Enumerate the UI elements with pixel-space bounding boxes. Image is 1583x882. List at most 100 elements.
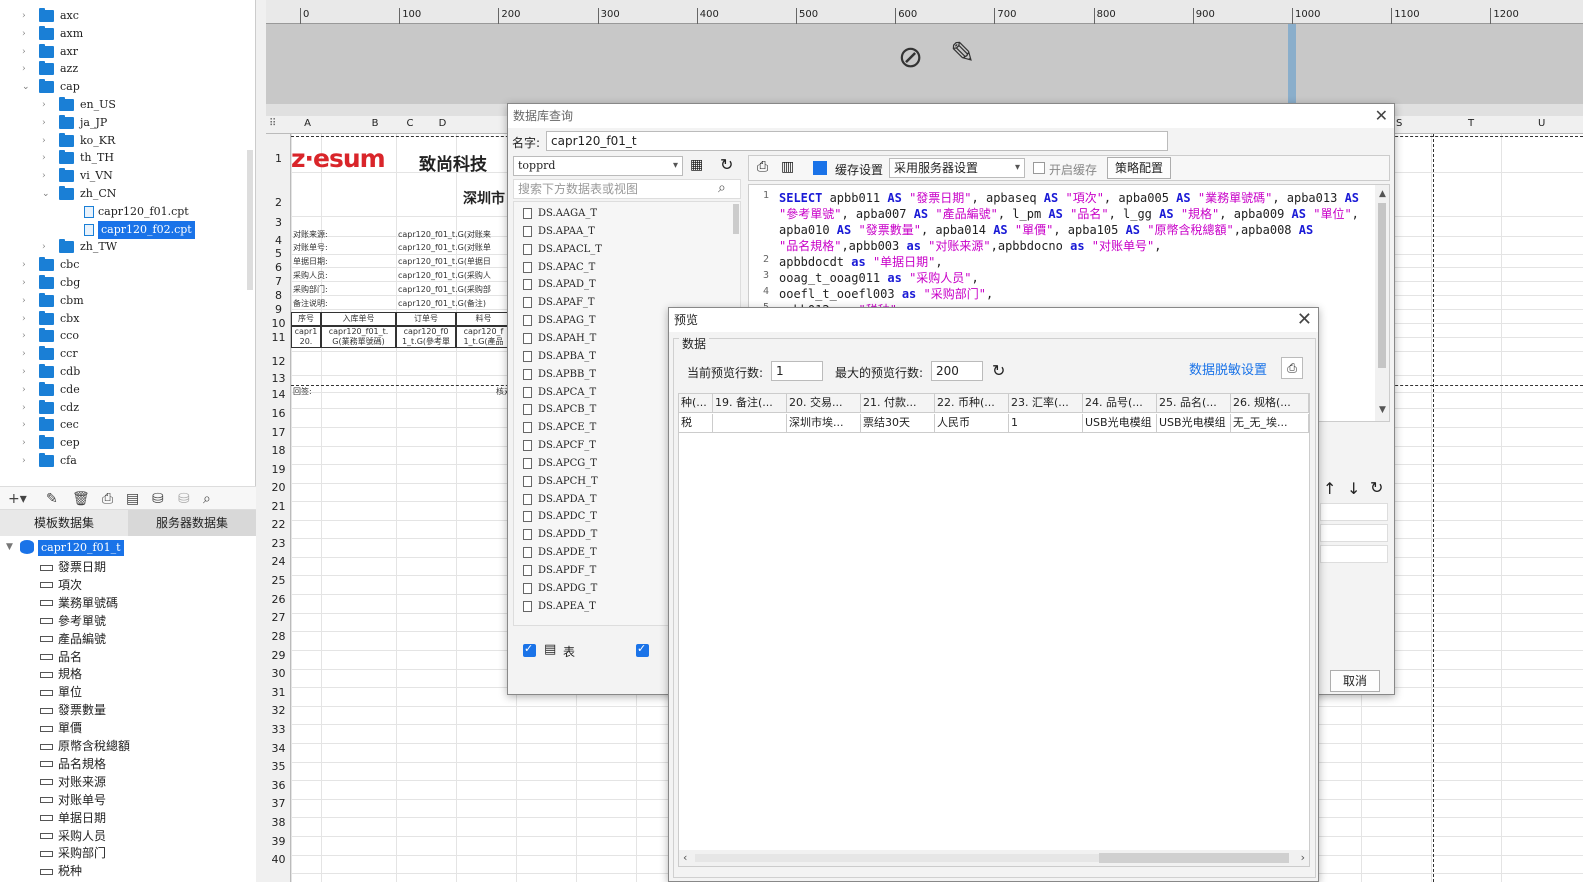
table-list-item[interactable]: DS.APDF_T [523,562,596,580]
chevron-right-icon[interactable]: › [22,381,32,399]
row-number[interactable]: 13 [266,372,291,385]
table-list-item[interactable]: DS.APAC_T [523,259,595,277]
row-number[interactable]: 9 [266,303,291,316]
sql-scrollbar[interactable]: ▲ ▼ [1375,185,1389,421]
row-number[interactable]: 40 [266,853,291,866]
tree-item[interactable]: › cde [0,381,255,399]
row-number[interactable]: 3 [266,216,291,229]
tree-item[interactable]: › cbm [0,292,255,310]
table-header-cell[interactable]: 19. 备注(... [713,394,787,412]
table-list-item[interactable]: DS.APEA_T [523,598,596,616]
row-number[interactable]: 14 [266,388,291,401]
delete-icon[interactable]: 🗑 [72,491,90,507]
column-header-cell[interactable]: S [1396,118,1402,129]
tree-item[interactable]: › cdb [0,363,255,381]
column-header-cell[interactable]: U [1538,118,1545,129]
cur-rows-input[interactable]: 1 [771,361,823,381]
table-list-item[interactable]: DS.AAGA_T [523,205,597,223]
row-number[interactable]: 6 [266,261,291,274]
column-header-cell[interactable]: D [415,118,470,129]
tree-item[interactable]: › zh_TW [0,238,255,256]
dataset-field[interactable]: 產品編號 [40,630,106,648]
dataset-field[interactable]: 原幣含稅總額 [40,737,130,755]
table-list-item[interactable]: DS.APDE_T [523,544,597,562]
dataset-field[interactable]: 对账来源 [40,773,106,791]
chevron-right-icon[interactable]: › [42,132,52,150]
tab-template-dataset[interactable]: 模板数据集 [0,510,128,536]
collapse-arrow-icon[interactable]: ▼ [6,542,13,552]
row-number[interactable]: 12 [266,355,291,368]
tree-item[interactable]: › cbc [0,256,255,274]
preview-icon[interactable]: ⎙ [102,491,113,507]
row-number[interactable]: 36 [266,779,291,792]
table-icon[interactable]: ▤ [126,491,139,507]
table-header-cell[interactable]: 25. 品名(... [1157,394,1231,412]
tree-item[interactable]: capr120_f01.cpt [0,203,255,221]
row-number[interactable]: 19 [266,463,291,476]
column-header-cell[interactable]: A [295,118,320,129]
tree-item[interactable]: › cec [0,416,255,434]
row-number[interactable]: 29 [266,649,291,662]
name-input[interactable]: capr120_f01_t [546,131,1168,151]
dataset-name[interactable]: capr120_f01_t [38,540,124,556]
row-number[interactable]: 1 [266,152,291,165]
row-number[interactable]: 5 [266,247,291,260]
row-number[interactable]: 31 [266,686,291,699]
dataset-field[interactable]: 規格 [40,665,82,683]
row-number[interactable]: 21 [266,500,291,513]
dataset-field[interactable]: 采购部门 [40,844,106,862]
row-number[interactable]: 34 [266,742,291,755]
row-number[interactable]: 27 [266,611,291,624]
scroll-down-icon[interactable]: ▼ [1379,405,1386,415]
tree-item[interactable]: ⌄ cap [0,78,255,96]
table-list-item[interactable]: DS.APCE_T [523,419,596,437]
row-number[interactable]: 32 [266,704,291,717]
chevron-right-icon[interactable]: › [22,274,32,292]
chevron-right-icon[interactable]: › [42,149,52,167]
hide-eye-icon[interactable]: ⊘ [898,40,923,75]
horizontal-scrollbar[interactable]: ‹ › [679,850,1309,866]
tree-item[interactable]: › axm [0,25,255,43]
dataset-field[interactable]: 發票日期 [40,558,106,576]
pencil-icon[interactable]: ✎ [950,36,975,71]
move-up-icon[interactable]: ↑ [1323,479,1336,498]
row-number[interactable]: 4 [266,234,291,247]
close-icon[interactable]: ✕ [1375,106,1388,125]
table-checkbox[interactable] [523,642,536,657]
scroll-thumb[interactable] [1099,853,1289,863]
table-list-item[interactable]: DS.APDA_T [523,491,597,509]
row-number[interactable]: 17 [266,426,291,439]
dataset-field[interactable]: 單價 [40,719,82,737]
refresh-icon[interactable]: ↻ [1370,478,1383,497]
tree-item[interactable]: ⌄ zh_CN [0,185,255,203]
chevron-down-icon[interactable]: ⌄ [22,78,32,96]
tree-item[interactable]: › azz [0,60,255,78]
row-number[interactable]: 38 [266,816,291,829]
chevron-right-icon[interactable]: › [22,345,32,363]
row-number[interactable]: 2 [266,196,291,209]
table-header-cell[interactable]: 23. 汇率(... [1009,394,1083,412]
chevron-right-icon[interactable]: › [22,60,32,78]
table-search-input[interactable]: 搜索下方数据表或视图 [513,179,741,199]
dataset-field[interactable]: 發票數量 [40,701,106,719]
table-list-item[interactable]: DS.APDD_T [523,526,597,544]
dataset-field[interactable]: 税种 [40,862,82,880]
tab-server-dataset[interactable]: 服务器数据集 [128,510,256,536]
scroll-thumb[interactable] [1378,203,1386,368]
chevron-right-icon[interactable]: › [42,96,52,114]
add-icon[interactable]: +▾ [8,491,27,507]
table-list-item[interactable]: DS.APDC_T [523,508,597,526]
chevron-right-icon[interactable]: › [22,43,32,61]
move-down-icon[interactable]: ↓ [1347,479,1360,498]
table-list-item[interactable]: DS.APBB_T [523,366,596,384]
param-row[interactable] [1320,524,1388,542]
scrollbar[interactable] [247,150,253,290]
chevron-right-icon[interactable]: › [42,238,52,256]
table-header-cell[interactable]: 24. 品号(... [1083,394,1157,412]
tree-item[interactable]: › axc [0,7,255,25]
row-number[interactable]: 23 [266,537,291,550]
edit-icon[interactable]: ✎ [46,491,58,507]
chevron-right-icon[interactable]: › [22,416,32,434]
chevron-right-icon[interactable]: › [22,327,32,345]
table-list-item[interactable]: DS.APAD_T [523,276,596,294]
